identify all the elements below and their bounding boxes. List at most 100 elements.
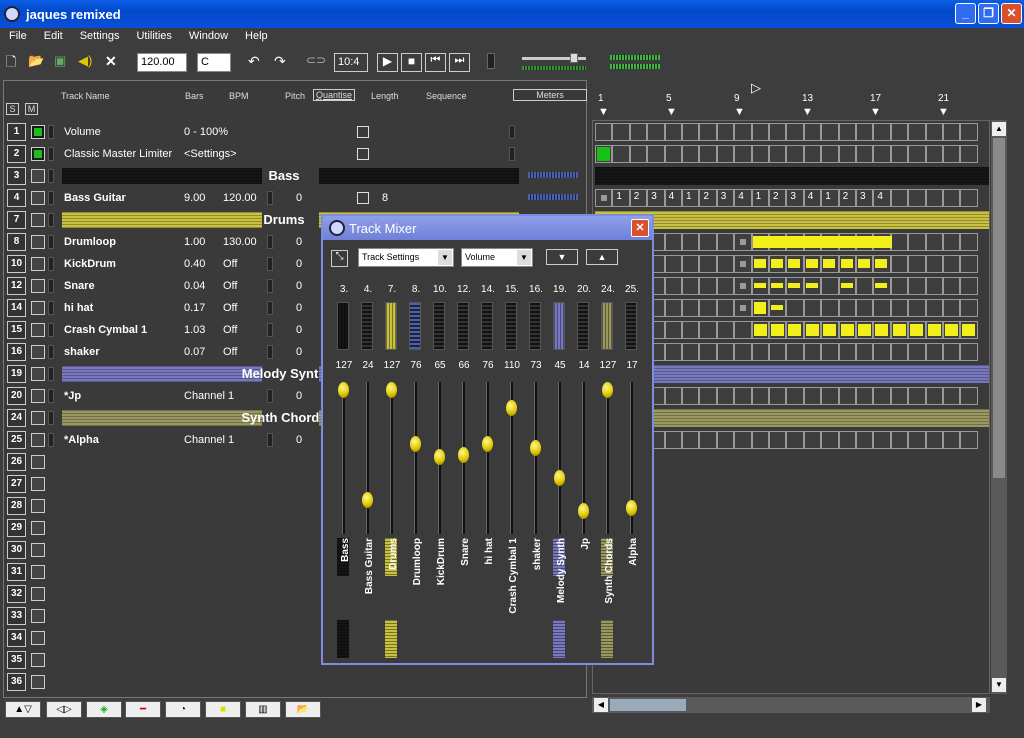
sequence-row[interactable] <box>595 431 989 449</box>
track-number[interactable]: 29 <box>7 519 26 537</box>
vertical-scroll-thumb[interactable] <box>993 138 1005 478</box>
sequence-row[interactable] <box>595 343 989 361</box>
note-block[interactable] <box>788 324 802 336</box>
track-mute-toggle[interactable] <box>48 191 54 205</box>
sequence-cell[interactable] <box>856 277 874 295</box>
fader-track[interactable] <box>606 382 609 534</box>
note-block[interactable] <box>875 324 889 336</box>
sequence-cell[interactable] <box>786 387 804 405</box>
track-bars[interactable]: 0.07 <box>184 346 205 358</box>
track-number[interactable]: 7 <box>7 211 26 229</box>
track-enable-checkbox[interactable] <box>31 565 45 579</box>
sequence-cell[interactable] <box>664 431 682 449</box>
sequence-row[interactable] <box>595 123 989 141</box>
note-block[interactable] <box>753 283 766 288</box>
pitch-slider[interactable] <box>267 389 273 403</box>
sequence-cell[interactable] <box>943 145 961 163</box>
stop-button[interactable]: ■ <box>401 53 422 72</box>
note-block[interactable] <box>840 283 853 288</box>
track-number[interactable]: 4 <box>7 189 26 207</box>
track-pitch[interactable]: 0 <box>296 434 302 446</box>
track-mute-toggle[interactable] <box>48 411 54 425</box>
track-bars[interactable]: 9.00 <box>184 192 205 204</box>
track-number[interactable]: 25 <box>7 431 26 449</box>
sort-button[interactable]: ▲▽ <box>5 701 41 718</box>
sequence-cell[interactable] <box>856 387 874 405</box>
sequence-cell[interactable] <box>838 387 856 405</box>
pitch-slider[interactable] <box>267 345 273 359</box>
loop-icon[interactable]: ⊂⊃ <box>306 53 326 72</box>
track-number[interactable]: 31 <box>7 563 26 581</box>
sequence-cell[interactable] <box>769 145 787 163</box>
piano-button[interactable]: ▥ <box>245 701 281 718</box>
speaker-icon[interactable]: ◀) <box>78 53 92 72</box>
track-row[interactable]: 36 <box>4 671 586 693</box>
track-enable-checkbox[interactable] <box>31 587 45 601</box>
sequence-cell[interactable] <box>838 431 856 449</box>
menu-edit[interactable]: Edit <box>35 28 71 47</box>
track-enable-checkbox[interactable] <box>31 543 45 557</box>
sequence-cell[interactable] <box>786 123 804 141</box>
track-number[interactable]: 2 <box>7 145 26 163</box>
maximize-button[interactable]: ❐ <box>978 3 999 24</box>
sequence-cell[interactable] <box>716 321 735 339</box>
sequence-cell[interactable] <box>699 145 717 163</box>
pitch-slider[interactable] <box>267 433 273 447</box>
track-mute-toggle[interactable] <box>48 389 54 403</box>
sequence-cell[interactable] <box>821 343 839 361</box>
audio-track-button[interactable]: ◈ <box>86 701 122 718</box>
sequence-cell[interactable] <box>856 145 874 163</box>
track-row[interactable]: 3 Bass <box>4 165 586 187</box>
pitch-slider[interactable] <box>267 257 273 271</box>
scroll-right-icon[interactable]: ▶ <box>972 698 986 712</box>
sequence-cell[interactable] <box>821 431 839 449</box>
sequence-cell[interactable] <box>873 343 891 361</box>
track-bpm[interactable]: Off <box>223 280 237 292</box>
fader-knob[interactable] <box>410 436 421 453</box>
sequence-cell[interactable] <box>890 145 909 163</box>
track-type-icon[interactable] <box>31 279 45 293</box>
fader-track[interactable] <box>390 382 393 534</box>
sequence-cell[interactable] <box>699 343 717 361</box>
sequence-cell[interactable] <box>908 189 926 207</box>
sequence-cell[interactable] <box>925 233 943 251</box>
tempo-field[interactable]: 120.00 <box>137 53 187 72</box>
sequence-cell[interactable] <box>925 431 943 449</box>
sequence-cell[interactable] <box>925 255 943 273</box>
sequence-cell[interactable] <box>960 255 978 273</box>
note-block[interactable] <box>962 324 976 336</box>
track-name[interactable]: KickDrum <box>64 258 116 270</box>
sequence-cell[interactable] <box>751 343 769 361</box>
track-number[interactable]: 16 <box>7 343 26 361</box>
track-type-icon[interactable] <box>31 235 45 249</box>
minimize-button[interactable]: _ <box>955 3 976 24</box>
undo-icon[interactable]: ↶ <box>248 53 260 72</box>
sequence-cell[interactable] <box>890 299 909 317</box>
fader-knob[interactable] <box>626 500 637 517</box>
sequence-cell[interactable] <box>960 277 978 295</box>
fader-knob[interactable] <box>362 492 373 509</box>
track-bpm[interactable]: Off <box>223 258 237 270</box>
sequence-cell[interactable] <box>682 387 700 405</box>
track-number[interactable]: 26 <box>7 453 26 471</box>
track-pitch[interactable]: 0 <box>296 346 302 358</box>
menu-window[interactable]: Window <box>180 28 236 47</box>
quantise-checkbox[interactable] <box>357 192 369 204</box>
track-name[interactable]: Crash Cymbal 1 <box>64 324 147 336</box>
sequence-cell[interactable] <box>908 123 926 141</box>
note-block[interactable] <box>840 324 854 336</box>
menu-settings[interactable]: Settings <box>71 28 128 47</box>
track-bpm[interactable]: Off <box>223 302 237 314</box>
note-block[interactable] <box>788 283 801 288</box>
sequence-cell[interactable] <box>716 255 735 273</box>
sequence-row[interactable]: 1234123412341234 <box>595 189 989 207</box>
note-block[interactable] <box>910 324 924 336</box>
track-row[interactable]: 1 Volume 0 - 100% <box>4 121 586 143</box>
track-number[interactable]: 24 <box>7 409 26 427</box>
fader-knob[interactable] <box>386 382 397 398</box>
track-bpm[interactable]: 120.00 <box>223 192 257 204</box>
sequence-cell[interactable] <box>682 343 700 361</box>
track-name[interactable]: Classic Master Limiter <box>64 148 172 160</box>
track-row[interactable]: 4 Bass Guitar 9.00 120.00 0 8 <box>4 187 586 209</box>
note-block[interactable] <box>753 324 767 336</box>
